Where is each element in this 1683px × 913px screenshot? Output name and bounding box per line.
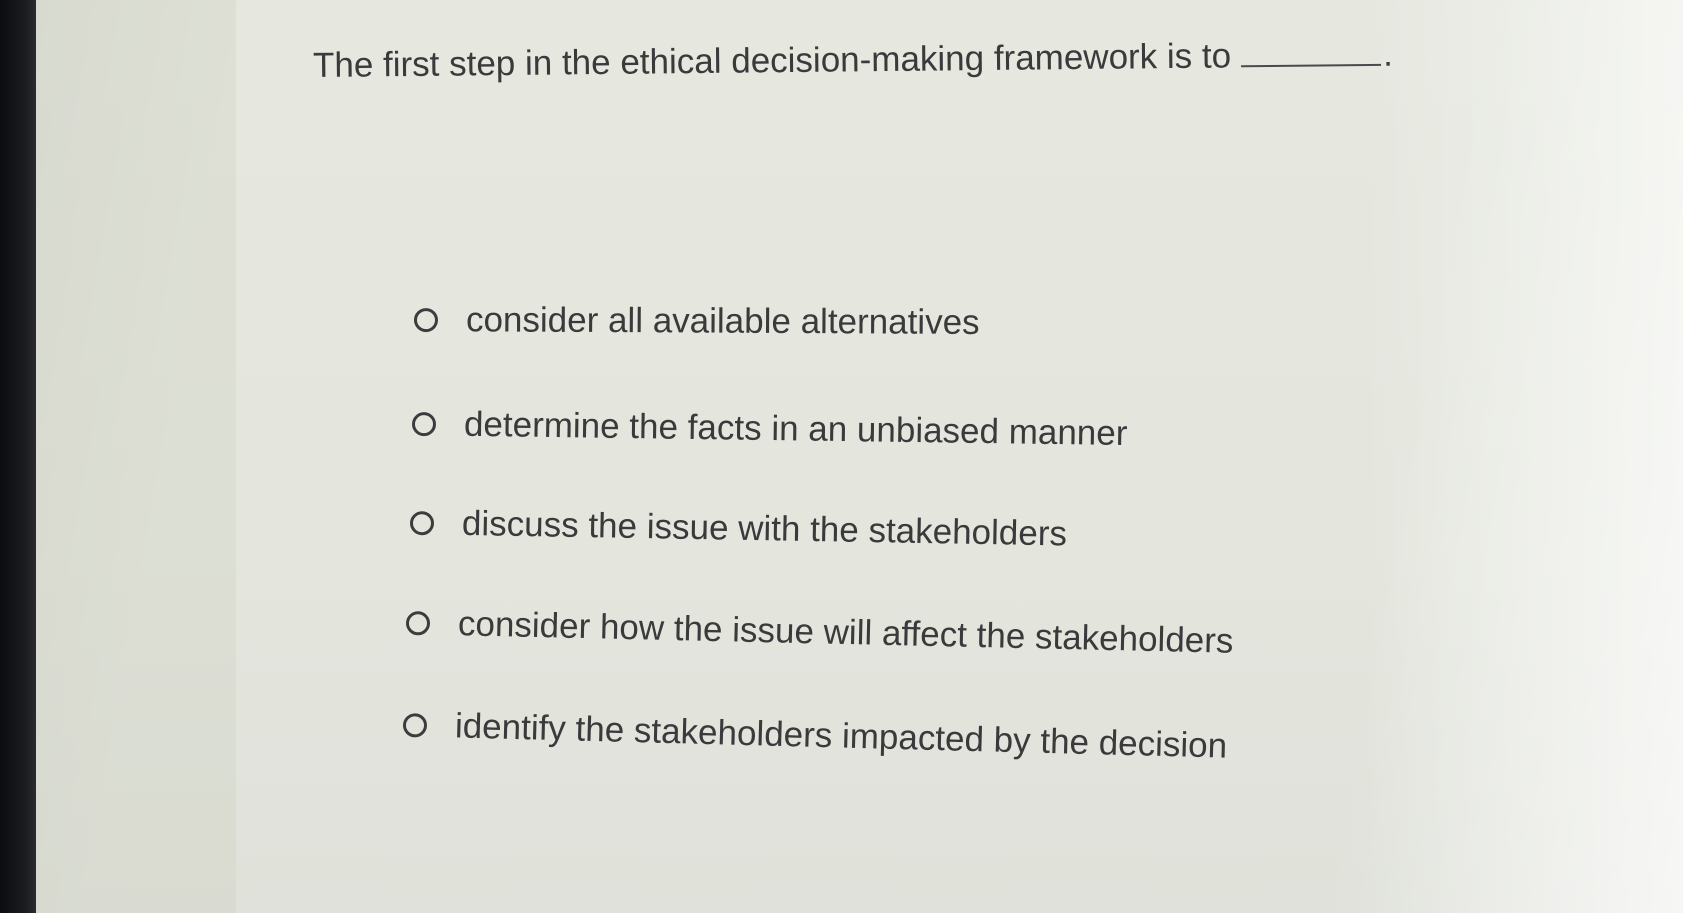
option-label: consider all available alternatives <box>465 300 980 342</box>
radio-button-icon[interactable] <box>413 308 439 333</box>
answer-option-4[interactable]: consider how the issue will affect the s… <box>405 603 1234 662</box>
radio-button-icon[interactable] <box>402 713 428 738</box>
radio-button-icon[interactable] <box>411 412 437 437</box>
radio-button-icon[interactable] <box>405 611 431 636</box>
option-label: determine the facts in an unbiased manne… <box>463 404 1128 453</box>
answer-option-3[interactable]: discuss the issue with the stakeholders <box>409 503 1068 554</box>
answer-option-5[interactable]: identify the stakeholders impacted by th… <box>402 705 1228 767</box>
option-label: consider how the issue will affect the s… <box>457 604 1234 661</box>
answer-options: consider all available alternatives dete… <box>0 0 1683 913</box>
option-label: discuss the issue with the stakeholders <box>461 503 1068 554</box>
radio-button-icon[interactable] <box>409 511 435 536</box>
option-label: identify the stakeholders impacted by th… <box>454 706 1228 766</box>
answer-option-2[interactable]: determine the facts in an unbiased manne… <box>411 404 1128 454</box>
answer-option-1[interactable]: consider all available alternatives <box>413 300 980 343</box>
